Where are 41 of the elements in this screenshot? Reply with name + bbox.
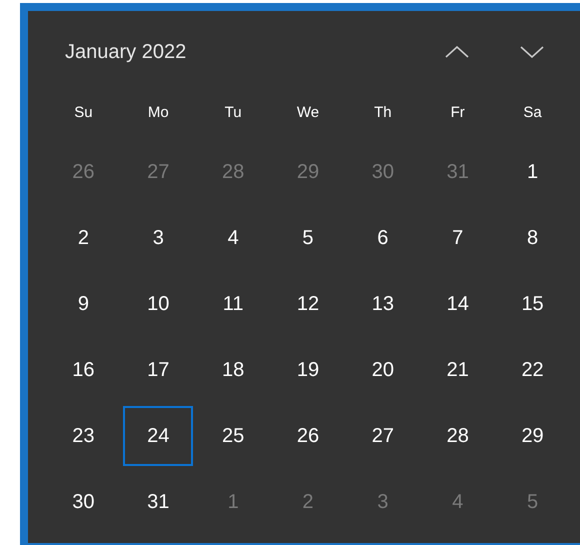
weekday-label: Fr — [450, 102, 465, 123]
day-cell[interactable]: 27 — [348, 406, 418, 466]
day-cell[interactable]: 23 — [48, 406, 118, 466]
day-cell[interactable]: 19 — [272, 340, 343, 400]
day-cell[interactable]: 12 — [272, 274, 343, 334]
day-cell[interactable]: 9 — [48, 274, 118, 334]
day-cell[interactable]: 2 — [48, 208, 118, 268]
day-cell[interactable]: 25 — [198, 406, 268, 466]
day-cell[interactable]: 7 — [422, 208, 493, 268]
day-cell[interactable]: 29 — [498, 406, 568, 466]
day-cell[interactable]: 16 — [48, 340, 118, 400]
day-cell[interactable]: 5 — [272, 208, 343, 268]
day-cell[interactable]: 17 — [123, 340, 194, 400]
day-cell[interactable]: 14 — [422, 274, 493, 334]
weekday-label: Th — [374, 102, 392, 123]
day-cell[interactable]: 15 — [498, 274, 568, 334]
day-cell[interactable]: 18 — [198, 340, 268, 400]
day-cell[interactable]: 28 — [422, 406, 493, 466]
day-cell[interactable]: 31 — [123, 472, 194, 532]
day-cell[interactable]: 4 — [198, 208, 268, 268]
day-cell[interactable]: 6 — [348, 208, 418, 268]
day-cell[interactable]: 21 — [422, 340, 493, 400]
chevron-up-icon — [444, 46, 468, 58]
day-cell[interactable]: 30 — [48, 472, 118, 532]
weekday-label: Su — [74, 102, 93, 123]
day-cell[interactable]: 13 — [348, 274, 418, 334]
weekday-label: Tu — [224, 102, 242, 123]
day-cell[interactable]: 10 — [123, 274, 194, 334]
day-cell[interactable]: 11 — [198, 274, 268, 334]
day-cell[interactable]: 1 — [498, 142, 568, 202]
month-title: January 2022 — [65, 40, 186, 65]
day-cell[interactable]: 3 — [123, 208, 194, 268]
weekday-label: We — [296, 102, 320, 123]
day-cell[interactable]: 24 — [123, 406, 194, 466]
day-cell[interactable]: 8 — [498, 208, 568, 268]
day-cell[interactable]: 20 — [348, 340, 418, 400]
chevron-down-icon — [520, 46, 544, 58]
day-cell[interactable]: 22 — [498, 340, 568, 400]
day-cell[interactable]: 26 — [272, 406, 343, 466]
weekday-label: Sa — [523, 102, 542, 123]
weekday-label: Mo — [148, 102, 169, 123]
